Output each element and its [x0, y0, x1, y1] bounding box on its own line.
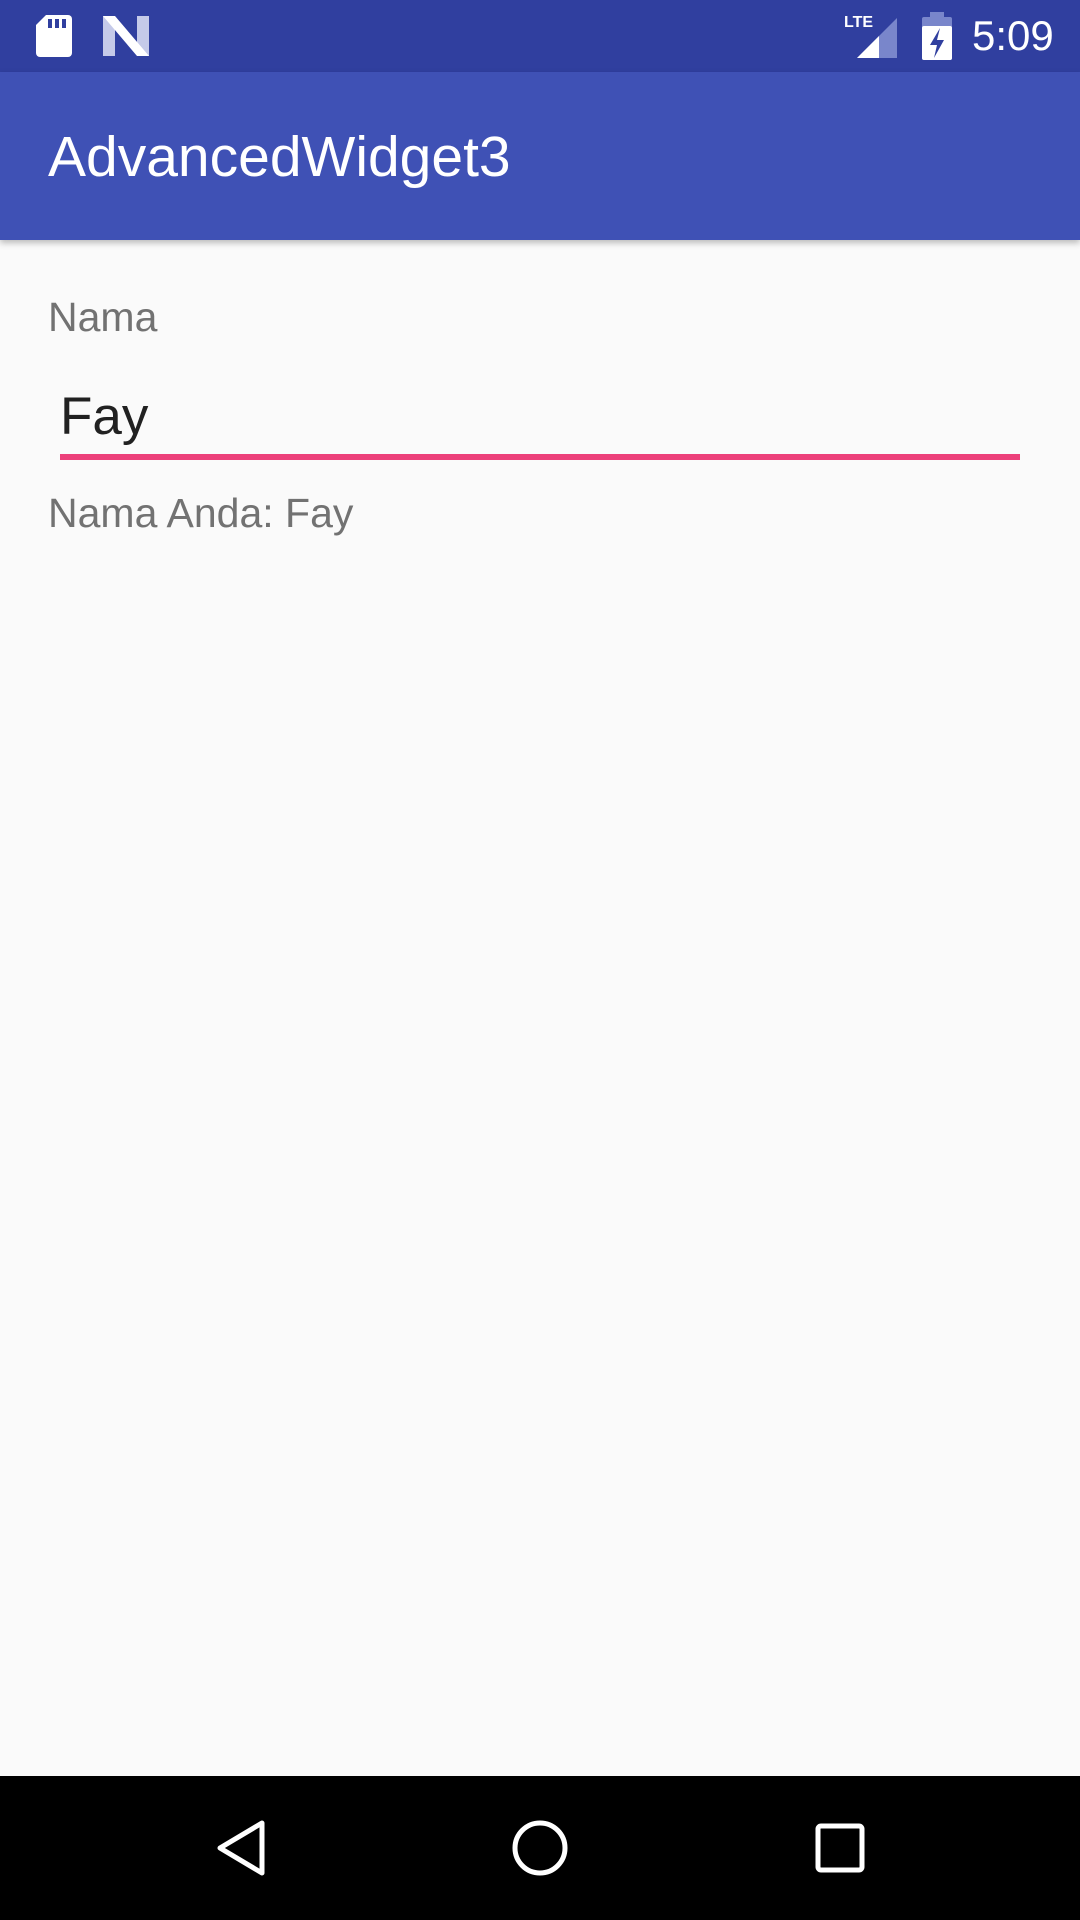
n-logo-icon [103, 16, 149, 56]
name-label: Nama [48, 294, 158, 340]
name-result-text: Nama Anda: Fay [48, 490, 354, 536]
home-button[interactable] [460, 1776, 620, 1920]
status-bar: LTE 5:09 [0, 0, 1080, 72]
lte-signal-icon: LTE [844, 14, 897, 58]
back-button[interactable] [161, 1776, 321, 1920]
battery-charging-icon [922, 12, 952, 60]
recents-icon [815, 1823, 865, 1873]
app-title: AdvancedWidget3 [48, 125, 511, 189]
recents-button[interactable] [760, 1776, 920, 1920]
screen: LTE 5:09 AdvancedWidget3 Nama Nama Anda:… [0, 0, 1080, 1920]
main-content: Nama Nama Anda: Fay [0, 240, 1080, 1776]
home-icon [512, 1820, 568, 1876]
app-bar: AdvancedWidget3 [0, 72, 1080, 240]
navigation-bar [0, 1776, 1080, 1920]
sd-card-icon [36, 15, 72, 57]
svg-text:LTE: LTE [844, 14, 873, 31]
name-input-underline [60, 454, 1020, 460]
name-input[interactable] [60, 376, 1020, 456]
status-clock: 5:09 [972, 12, 1054, 59]
back-icon [217, 1820, 265, 1876]
